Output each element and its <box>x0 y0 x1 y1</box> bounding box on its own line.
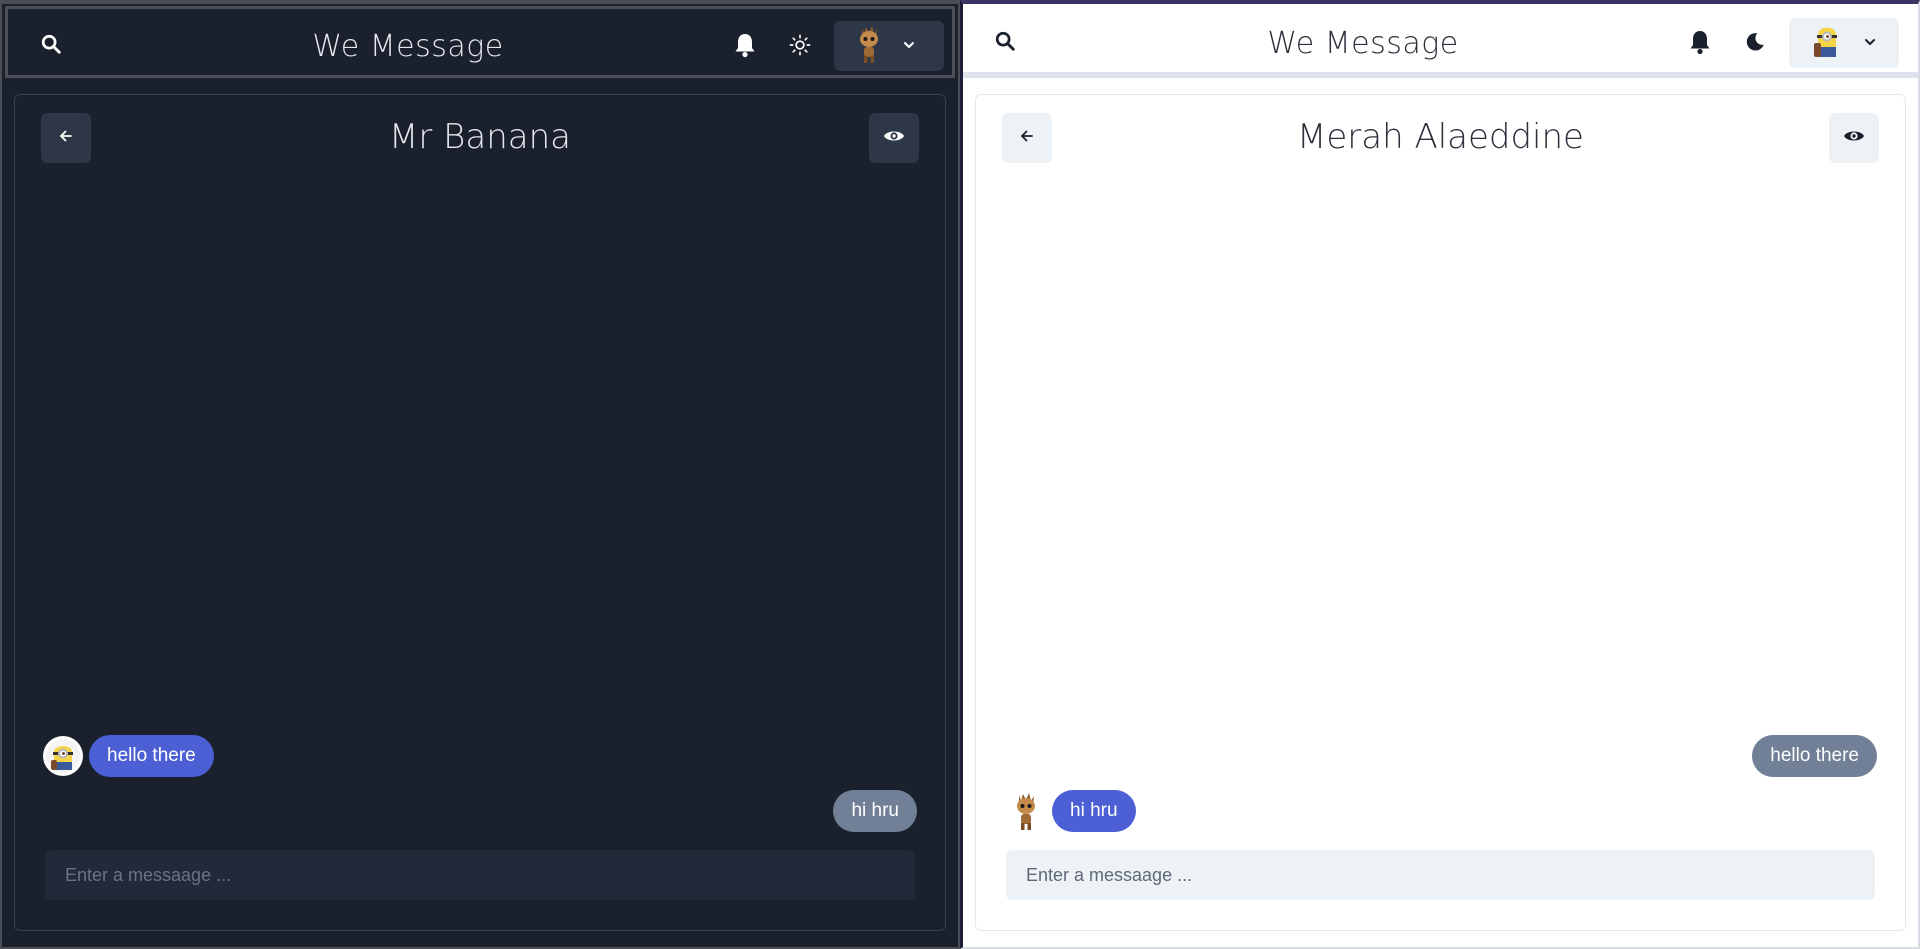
bell-icon[interactable] <box>731 31 759 59</box>
eye-icon <box>1843 128 1865 149</box>
message-input[interactable] <box>45 850 915 900</box>
view-profile-button[interactable] <box>1829 113 1879 163</box>
chat-title: Mr Banana <box>389 117 571 157</box>
light-theme-window: We Message Merah Alaeddine hello there h… <box>960 0 1920 949</box>
eye-icon <box>883 128 905 149</box>
message-bubble-received: hello there <box>89 735 214 777</box>
message-row: hello there <box>43 735 214 777</box>
bell-icon[interactable] <box>1686 28 1714 56</box>
app-header: We Message <box>5 6 955 78</box>
chat-card: Mr Banana hello there hi hru <box>14 94 946 931</box>
user-menu-button[interactable] <box>834 21 944 71</box>
minion-avatar <box>43 736 83 776</box>
dark-theme-window: We Message Mr Banana hello there hi hru … <box>0 0 960 949</box>
groot-avatar <box>854 24 884 69</box>
minion-avatar <box>1809 21 1845 66</box>
chevron-down-icon <box>1863 34 1877 52</box>
message-row: hello there <box>1752 735 1877 777</box>
app-title: We Message <box>1267 26 1459 61</box>
groot-avatar <box>1006 791 1046 831</box>
app-header: We Message <box>963 6 1918 78</box>
message-input[interactable] <box>1006 850 1875 900</box>
chat-title: Merah Alaeddine <box>1297 117 1584 157</box>
view-profile-button[interactable] <box>869 113 919 163</box>
moon-icon[interactable] <box>1741 28 1769 56</box>
user-menu-button[interactable] <box>1789 18 1899 68</box>
message-bubble-sent: hello there <box>1752 735 1877 777</box>
sun-icon[interactable] <box>786 31 814 59</box>
chat-card: Merah Alaeddine hello there hi hru <box>975 94 1906 931</box>
message-bubble-sent: hi hru <box>833 790 917 832</box>
message-row: hi hru <box>833 790 917 832</box>
chevron-down-icon <box>902 37 916 55</box>
message-bubble-received: hi hru <box>1052 790 1136 832</box>
message-row: hi hru <box>1006 790 1136 832</box>
app-title: We Message <box>312 29 504 64</box>
